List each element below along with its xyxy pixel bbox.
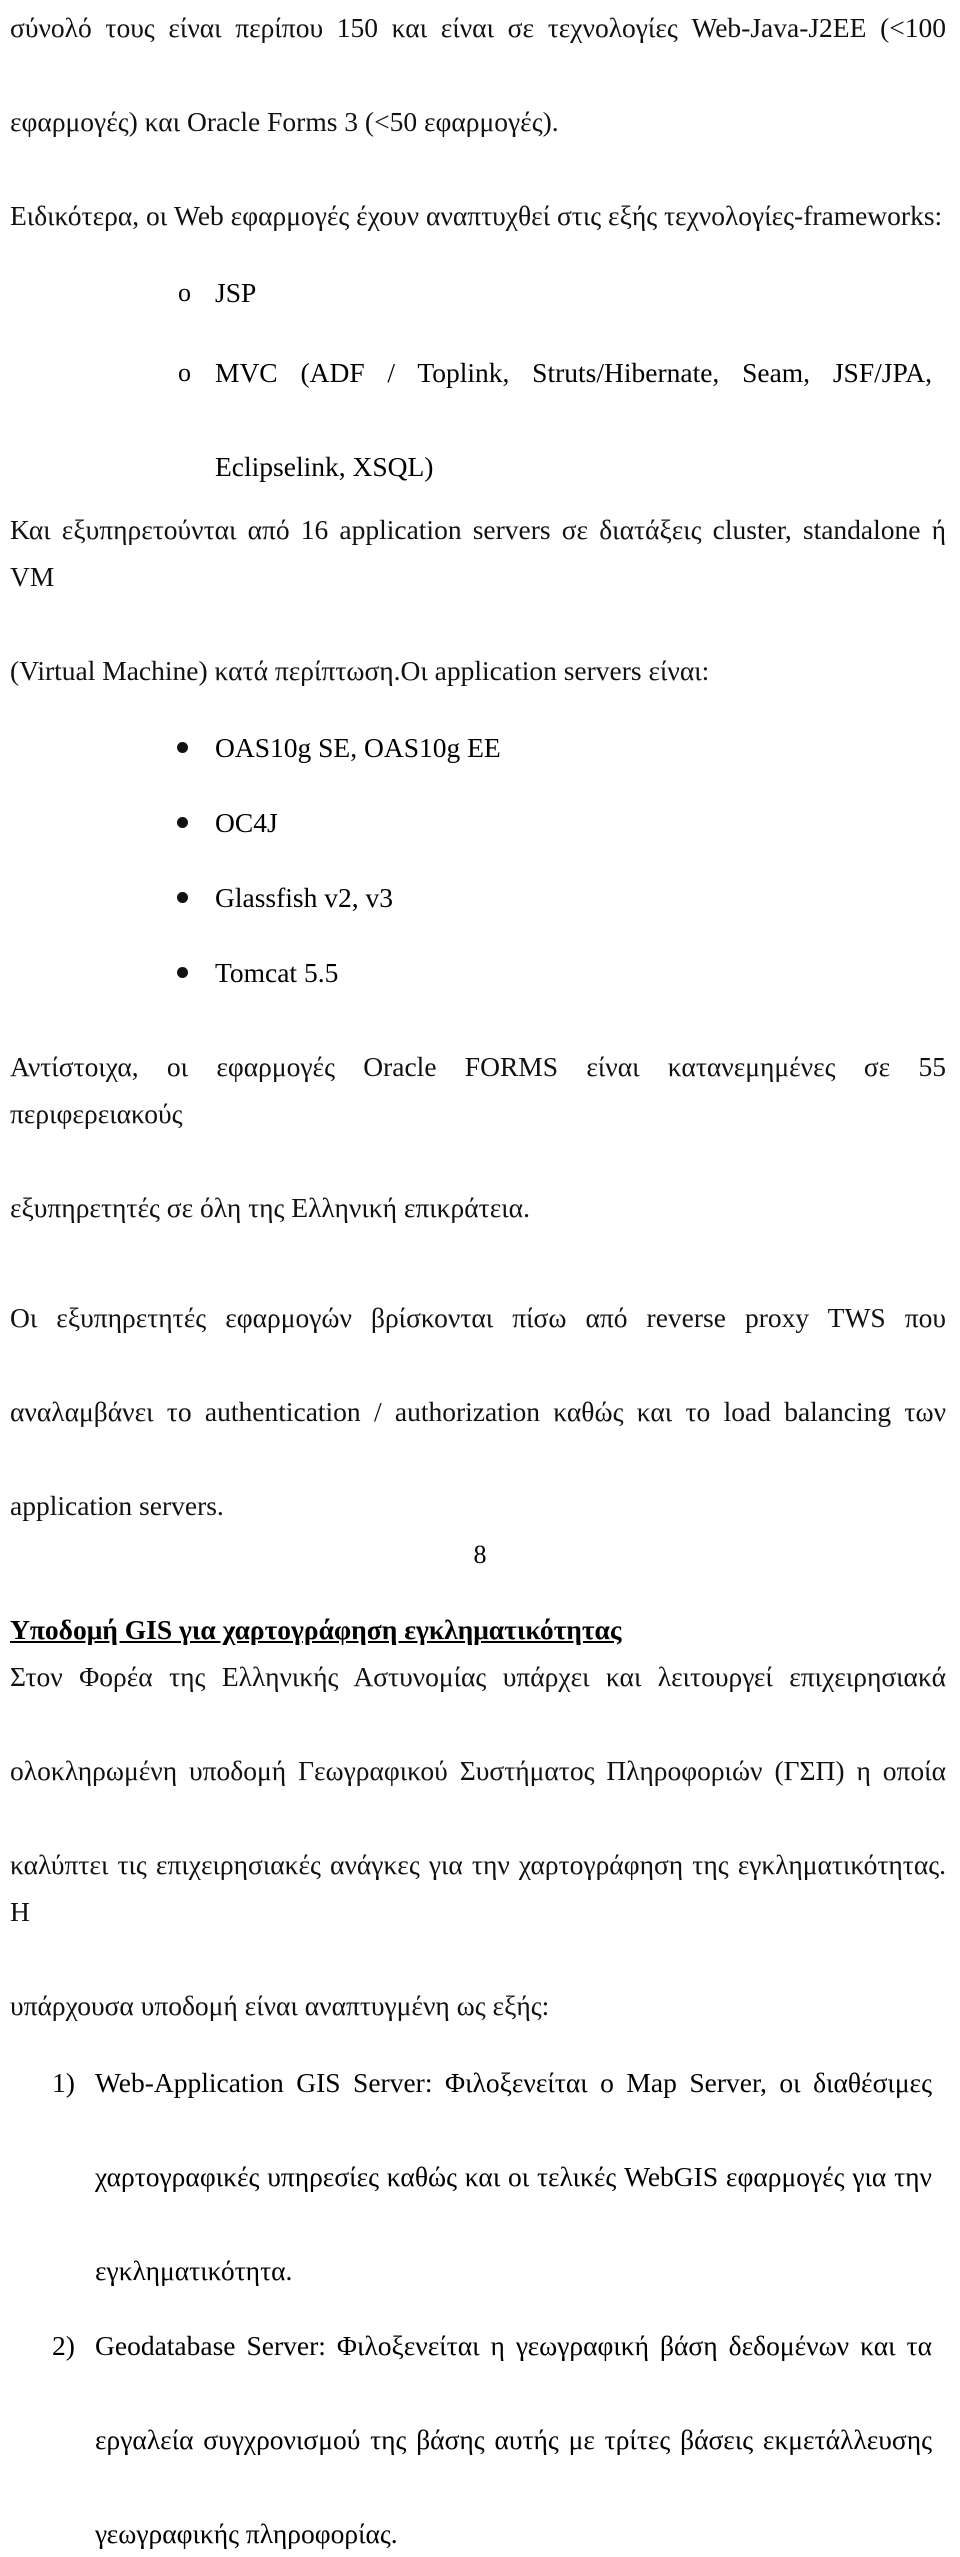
app-servers-intro-line-1: Και εξυπηρετούνται από 16 application se… bbox=[10, 514, 946, 592]
list-item-label: OAS10g SE, OAS10g EE bbox=[215, 732, 501, 763]
list-item: 2) Geodatabase Server: Φιλοξενείται η γε… bbox=[10, 2322, 946, 2557]
list-item: o JSP bbox=[10, 269, 946, 316]
list-item-label: Tomcat 5.5 bbox=[215, 957, 339, 988]
oracle-forms-line-2: εξυπηρετητές σε όλη της Ελληνική επικράτ… bbox=[10, 1192, 530, 1223]
bullet-icon bbox=[177, 817, 188, 828]
list-item-line-1: Geodatabase Server: Φιλοξενείται η γεωγρ… bbox=[95, 2330, 932, 2361]
list-item-line-3: γεωγραφικής πληροφορίας. bbox=[95, 2518, 398, 2549]
oracle-forms-paragraph: Αντίστοιχα, οι εφαρμογές Oracle FORMS εί… bbox=[10, 1043, 946, 1231]
frameworks-intro-text: Ειδικότερα, οι Web εφαρμογές έχουν αναπτ… bbox=[10, 200, 943, 231]
reverse-proxy-line-3: application servers. bbox=[10, 1490, 224, 1521]
frameworks-list: o JSP o MVC (ADF / Toplink, Struts/Hiber… bbox=[10, 269, 946, 490]
gis-paragraph-line-3: καλύπτει τις επιχειρησιακές ανάγκες για … bbox=[10, 1849, 946, 1927]
oracle-forms-line-1: Αντίστοιχα, οι εφαρμογές Oracle FORMS εί… bbox=[10, 1051, 946, 1129]
list-item: OAS10g SE, OAS10g EE bbox=[10, 724, 946, 771]
frameworks-intro-paragraph: Ειδικότερα, οι Web εφαρμογές έχουν αναπτ… bbox=[10, 192, 946, 239]
app-servers-list: OAS10g SE, OAS10g EE OC4J Glassfish v2, … bbox=[10, 724, 946, 996]
app-servers-intro-paragraph: Και εξυπηρετούνται από 16 application se… bbox=[10, 506, 946, 694]
list-item-line-2: χαρτογραφικές υπηρεσίες καθώς και οι τελ… bbox=[95, 2161, 932, 2192]
gis-section-heading: Υποδομή GIS για χαρτογράφηση εγκληματικό… bbox=[10, 1614, 622, 1645]
app-servers-intro-line-2: (Virtual Machine) κατά περίπτωση.Οι appl… bbox=[10, 655, 710, 686]
list-item: Glassfish v2, v3 bbox=[10, 874, 946, 921]
bullet-icon bbox=[177, 892, 188, 903]
list-item: 1) Web-Application GIS Server: Φιλοξενεί… bbox=[10, 2059, 946, 2294]
intro-paragraph-line-1: σύνολό τους είναι περίπου 150 και είναι … bbox=[10, 12, 946, 43]
list-item-line-2: εργαλεία συγχρονισμού της βάσης αυτής με… bbox=[95, 2424, 932, 2455]
list-item-label: Glassfish v2, v3 bbox=[215, 882, 393, 913]
bullet-icon bbox=[177, 742, 188, 753]
list-marker: 2) bbox=[52, 2330, 75, 2361]
list-item-label-line-1: MVC (ADF / Toplink, Struts/Hibernate, Se… bbox=[215, 357, 932, 388]
gis-paragraph-line-4: υπάρχουσα υποδομή είναι αναπτυγμένη ως ε… bbox=[10, 1990, 550, 2021]
list-item-label: JSP bbox=[215, 277, 257, 308]
list-item: OC4J bbox=[10, 799, 946, 846]
reverse-proxy-line-1: Οι εξυπηρετητές εφαρμογών βρίσκονται πίσ… bbox=[10, 1302, 946, 1333]
list-item-label: OC4J bbox=[215, 807, 278, 838]
list-item: o MVC (ADF / Toplink, Struts/Hibernate, … bbox=[10, 349, 946, 490]
bullet-icon bbox=[177, 967, 188, 978]
list-item: Tomcat 5.5 bbox=[10, 949, 946, 996]
gis-paragraph: Στον Φορέα της Ελληνικής Αστυνομίας υπάρ… bbox=[10, 1653, 946, 2029]
gis-paragraph-line-2: ολοκληρωμένη υποδομή Γεωγραφικού Συστήμα… bbox=[10, 1755, 946, 1786]
circle-bullet-icon: o bbox=[178, 278, 191, 307]
reverse-proxy-line-2: αναλαμβάνει το authentication / authoriz… bbox=[10, 1396, 946, 1427]
list-item-line-1: Web-Application GIS Server: Φιλοξενείται… bbox=[95, 2067, 932, 2098]
intro-paragraph: σύνολό τους είναι περίπου 150 και είναι … bbox=[10, 0, 946, 145]
intro-paragraph-line-2: εφαρμογές) και Oracle Forms 3 (<50 εφαρμ… bbox=[10, 106, 559, 137]
list-marker: 1) bbox=[52, 2067, 75, 2098]
list-item-label-line-2: Eclipselink, XSQL) bbox=[215, 451, 434, 482]
gis-paragraph-line-1: Στον Φορέα της Ελληνικής Αστυνομίας υπάρ… bbox=[10, 1661, 946, 1692]
gis-infrastructure-list: 1) Web-Application GIS Server: Φιλοξενεί… bbox=[10, 2059, 946, 2557]
circle-bullet-icon: o bbox=[178, 358, 191, 387]
reverse-proxy-paragraph: Οι εξυπηρετητές εφαρμογών βρίσκονται πίσ… bbox=[10, 1294, 946, 1529]
page-number: 8 bbox=[473, 1540, 487, 1569]
list-item-line-3: εγκληματικότητα. bbox=[95, 2255, 293, 2286]
document-page: σύνολό τους είναι περίπου 150 και είναι … bbox=[0, 0, 960, 2549]
